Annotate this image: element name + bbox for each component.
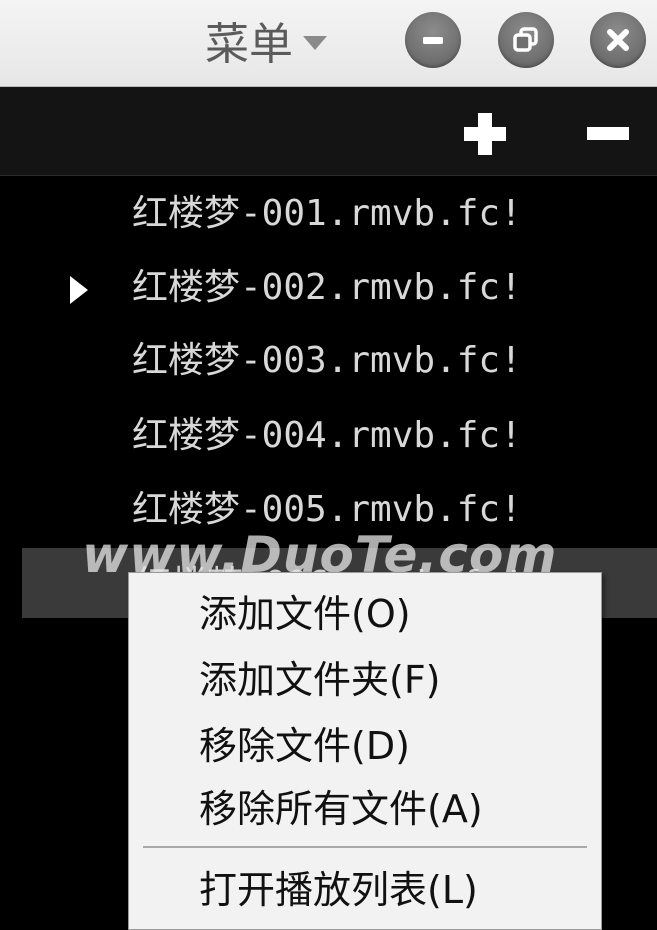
- close-icon: [607, 29, 629, 51]
- playlist-item[interactable]: 红楼梦-004.rmvb.fc!: [132, 411, 522, 461]
- playlist-toolbar: [0, 87, 657, 177]
- playlist-item[interactable]: 红楼梦-003.rmvb.fc!: [132, 336, 522, 386]
- minimize-icon: [423, 37, 443, 44]
- menu-item-add-folder[interactable]: 添加文件夹(F): [199, 649, 441, 711]
- minimize-button[interactable]: [405, 12, 461, 68]
- close-button[interactable]: [590, 12, 646, 68]
- menu-item-remove-file[interactable]: 移除文件(D): [199, 715, 410, 777]
- play-indicator-icon: [70, 276, 88, 304]
- menu-label: 菜单: [205, 19, 293, 70]
- menu-item-add-file[interactable]: 添加文件(O): [199, 583, 411, 645]
- menu-button[interactable]: 菜单: [205, 10, 327, 70]
- title-bar: 菜单: [0, 0, 657, 87]
- menu-item-remove-all[interactable]: 移除所有文件(A): [199, 778, 483, 840]
- menu-item-open-playlist[interactable]: 打开播放列表(L): [199, 859, 478, 921]
- playlist-item[interactable]: 红楼梦-001.rmvb.fc!: [132, 189, 522, 239]
- restore-icon: [513, 27, 538, 52]
- context-menu: 添加文件(O) 添加文件夹(F) 移除文件(D) 移除所有文件(A) 打开播放列…: [128, 572, 602, 930]
- playlist-item-current[interactable]: 红楼梦-002.rmvb.fc!: [132, 263, 522, 313]
- chevron-down-icon: [303, 36, 327, 50]
- restore-button[interactable]: [498, 12, 554, 68]
- minus-icon[interactable]: [585, 111, 631, 157]
- menu-separator: [143, 846, 587, 848]
- plus-icon[interactable]: [462, 111, 508, 157]
